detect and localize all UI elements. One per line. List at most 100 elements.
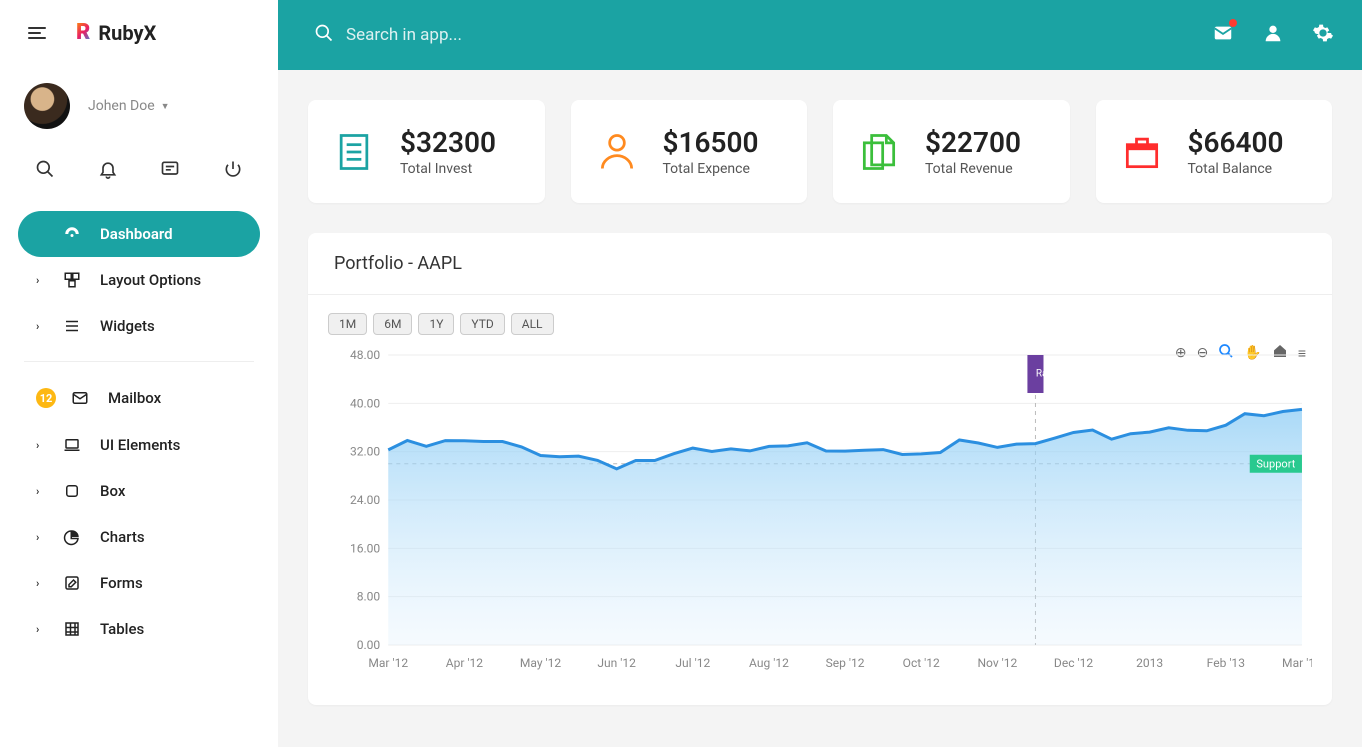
briefcase-icon	[1120, 130, 1164, 174]
nav-label: Mailbox	[108, 389, 161, 407]
search-icon	[314, 23, 334, 48]
portfolio-panel: Portfolio - AAPL 1M 6M 1Y YTD ALL ⊕ ⊖ ✋ …	[308, 233, 1332, 705]
range-1m[interactable]: 1M	[328, 313, 367, 335]
svg-text:Mar '12: Mar '12	[368, 656, 408, 670]
pie-icon	[62, 528, 82, 546]
nav-widgets[interactable]: › Widgets	[18, 303, 260, 349]
laptop-icon	[62, 436, 82, 454]
chevron-right-icon: ›	[36, 485, 44, 498]
svg-text:48.00: 48.00	[350, 348, 380, 362]
svg-text:May '12: May '12	[520, 656, 562, 670]
nav-label: Widgets	[100, 317, 155, 335]
svg-text:Aug '12: Aug '12	[749, 656, 789, 670]
user-icon[interactable]	[1262, 22, 1284, 48]
sidebar: R RubyX Johen Doe ▼ Dashboard › Layout O…	[0, 0, 278, 747]
search-icon[interactable]	[35, 159, 55, 183]
box-icon	[62, 482, 82, 500]
edit-icon	[62, 574, 82, 592]
nav-ui-elements[interactable]: › UI Elements	[18, 422, 260, 468]
menu-toggle-icon[interactable]	[28, 27, 46, 39]
svg-text:2013: 2013	[1136, 656, 1163, 670]
panel-title: Portfolio - AAPL	[308, 233, 1332, 295]
nav-label: Dashboard	[100, 225, 173, 243]
svg-text:8.00: 8.00	[357, 590, 381, 604]
svg-text:Apr '12: Apr '12	[446, 656, 484, 670]
svg-text:16.00: 16.00	[350, 541, 380, 555]
nav-layout-options[interactable]: › Layout Options	[18, 257, 260, 303]
nav-dashboard[interactable]: Dashboard	[18, 211, 260, 257]
svg-text:Nov '12: Nov '12	[977, 656, 1017, 670]
chat-icon[interactable]	[160, 159, 180, 183]
power-icon[interactable]	[223, 159, 243, 183]
mail-icon[interactable]	[1212, 22, 1234, 48]
stat-label: Total Invest	[400, 161, 496, 177]
gear-icon[interactable]	[1312, 22, 1334, 48]
chevron-right-icon: ›	[36, 320, 44, 333]
chevron-right-icon: ›	[36, 531, 44, 544]
nav-forms[interactable]: › Forms	[18, 560, 260, 606]
nav-label: Charts	[100, 528, 145, 546]
stat-card-revenue: $22700 Total Revenue	[833, 100, 1070, 203]
stat-value: $32300	[400, 126, 496, 159]
svg-text:Jul '12: Jul '12	[675, 656, 710, 670]
svg-text:Sep '12: Sep '12	[826, 656, 865, 670]
brand-logo[interactable]: R RubyX	[76, 20, 156, 45]
stat-label: Total Expence	[663, 161, 759, 177]
gauge-icon	[62, 225, 82, 243]
range-1y[interactable]: 1Y	[418, 313, 454, 335]
badge: 12	[36, 388, 56, 408]
chevron-right-icon: ›	[36, 577, 44, 590]
content: $32300 Total Invest $16500Total Expence $…	[278, 70, 1362, 735]
nav-box[interactable]: › Box	[18, 468, 260, 514]
stat-value: $22700	[925, 126, 1021, 159]
range-6m[interactable]: 6M	[373, 313, 412, 335]
mail-icon	[70, 389, 90, 407]
stat-card-expense: $16500Total Expence	[571, 100, 808, 203]
document-icon	[332, 130, 376, 174]
nav-tables[interactable]: › Tables	[18, 606, 260, 652]
nav-label: Tables	[100, 620, 144, 638]
svg-text:Mar '13: Mar '13	[1282, 656, 1312, 670]
nav-charts[interactable]: › Charts	[18, 514, 260, 560]
logo-mark-icon: R	[76, 20, 90, 45]
stat-label: Total Revenue	[925, 161, 1021, 177]
chevron-right-icon: ›	[36, 439, 44, 452]
stat-cards: $32300 Total Invest $16500Total Expence $…	[308, 100, 1332, 203]
svg-text:40.00: 40.00	[350, 396, 380, 410]
stat-card-invest: $32300 Total Invest	[308, 100, 545, 203]
search-input[interactable]	[346, 25, 1198, 45]
main: $32300 Total Invest $16500Total Expence $…	[278, 0, 1362, 747]
chevron-right-icon: ›	[36, 274, 44, 287]
nav-label: Box	[100, 482, 125, 500]
svg-text:Oct '12: Oct '12	[903, 656, 940, 670]
user-menu[interactable]: Johen Doe ▼	[88, 98, 170, 114]
stat-card-balance: $66400Total Balance	[1096, 100, 1333, 203]
svg-text:Rally: Rally	[1036, 369, 1058, 380]
range-all[interactable]: ALL	[511, 313, 554, 335]
notification-dot	[1229, 19, 1237, 27]
nav-label: Layout Options	[100, 271, 201, 289]
nav-label: UI Elements	[100, 436, 180, 454]
files-icon	[857, 130, 901, 174]
svg-text:Jun '12: Jun '12	[597, 656, 636, 670]
chevron-down-icon: ▼	[161, 101, 170, 112]
secondary-nav: 12 Mailbox › UI Elements › Box › Charts …	[0, 374, 278, 652]
divider	[24, 361, 254, 362]
table-icon	[62, 620, 82, 638]
chart[interactable]: 0.008.0016.0024.0032.0040.0048.00Mar '12…	[328, 345, 1312, 675]
bell-icon[interactable]	[98, 159, 118, 183]
svg-text:0.00: 0.00	[357, 638, 381, 652]
brand-name: RubyX	[98, 21, 156, 45]
topbar	[278, 0, 1362, 70]
list-icon	[62, 317, 82, 335]
person-icon	[595, 130, 639, 174]
svg-text:32.00: 32.00	[350, 445, 380, 459]
nav-mailbox[interactable]: 12 Mailbox	[18, 374, 260, 422]
user-name: Johen Doe	[88, 98, 155, 114]
svg-text:Dec '12: Dec '12	[1054, 656, 1093, 670]
svg-text:Support: Support	[1256, 458, 1295, 471]
avatar[interactable]	[24, 83, 70, 129]
primary-nav: Dashboard › Layout Options › Widgets	[0, 211, 278, 349]
range-ytd[interactable]: YTD	[460, 313, 504, 335]
svg-text:Feb '13: Feb '13	[1207, 656, 1245, 670]
